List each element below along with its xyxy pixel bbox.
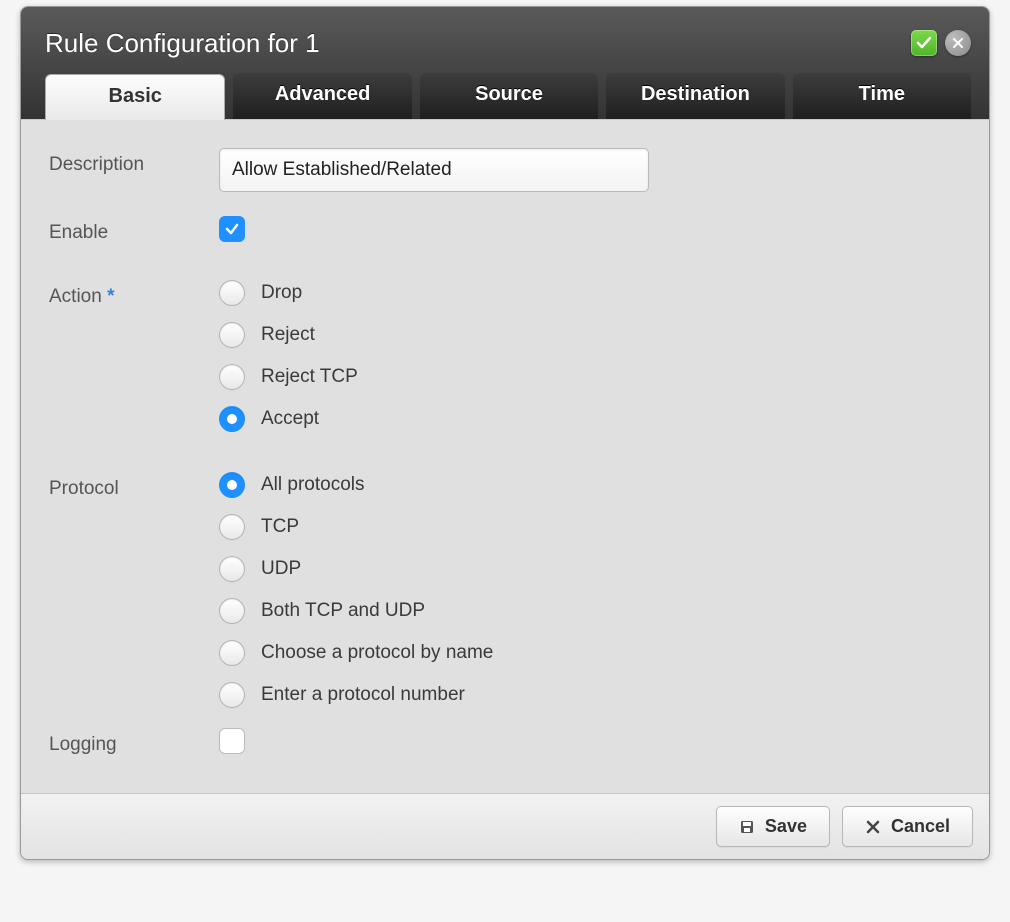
action-option-reject-tcp[interactable]: Reject TCP — [219, 364, 961, 390]
tab-bar: Basic Advanced Source Destination Time — [45, 73, 971, 119]
action-option-accept[interactable]: Accept — [219, 406, 961, 432]
protocol-option-tcp[interactable]: TCP — [219, 514, 961, 540]
confirm-icon[interactable] — [911, 30, 937, 56]
protocol-option-bynumber[interactable]: Enter a protocol number — [219, 682, 961, 708]
description-input[interactable] — [219, 148, 649, 192]
radio-icon — [219, 472, 245, 498]
tab-time[interactable]: Time — [793, 73, 971, 119]
label-logging: Logging — [49, 728, 219, 756]
radio-icon — [219, 598, 245, 624]
protocol-radio-group: All protocols TCP UDP Both TCP and — [219, 472, 961, 708]
label-action: Action * — [49, 280, 219, 308]
cancel-icon — [865, 819, 881, 835]
tab-basic[interactable]: Basic — [45, 74, 225, 120]
label-enable: Enable — [49, 216, 219, 244]
label-protocol: Protocol — [49, 472, 219, 500]
logging-checkbox[interactable] — [219, 728, 245, 754]
save-icon — [739, 819, 755, 835]
tab-source[interactable]: Source — [420, 73, 598, 119]
protocol-option-byname[interactable]: Choose a protocol by name — [219, 640, 961, 666]
rule-config-dialog: Rule Configuration for 1 Basic Advanced … — [20, 6, 990, 860]
action-option-reject[interactable]: Reject — [219, 322, 961, 348]
radio-icon — [219, 364, 245, 390]
radio-icon — [219, 514, 245, 540]
close-icon[interactable] — [945, 30, 971, 56]
radio-icon — [219, 640, 245, 666]
dialog-titlebar: Rule Configuration for 1 Basic Advanced … — [21, 7, 989, 119]
enable-checkbox[interactable] — [219, 216, 245, 242]
label-description: Description — [49, 148, 219, 176]
cancel-button[interactable]: Cancel — [842, 806, 973, 847]
radio-icon — [219, 322, 245, 348]
action-option-drop[interactable]: Drop — [219, 280, 961, 306]
dialog-footer: Save Cancel — [21, 793, 989, 859]
save-button[interactable]: Save — [716, 806, 830, 847]
radio-icon — [219, 682, 245, 708]
action-radio-group: Drop Reject Reject TCP Accept — [219, 280, 961, 432]
radio-icon — [219, 556, 245, 582]
required-marker: * — [107, 286, 114, 307]
radio-icon — [219, 406, 245, 432]
radio-icon — [219, 280, 245, 306]
tab-advanced[interactable]: Advanced — [233, 73, 411, 119]
dialog-title: Rule Configuration for 1 — [45, 28, 320, 59]
tab-destination[interactable]: Destination — [606, 73, 784, 119]
dialog-body: Description Enable Action * — [21, 119, 989, 793]
protocol-option-udp[interactable]: UDP — [219, 556, 961, 582]
protocol-option-all[interactable]: All protocols — [219, 472, 961, 498]
protocol-option-both[interactable]: Both TCP and UDP — [219, 598, 961, 624]
